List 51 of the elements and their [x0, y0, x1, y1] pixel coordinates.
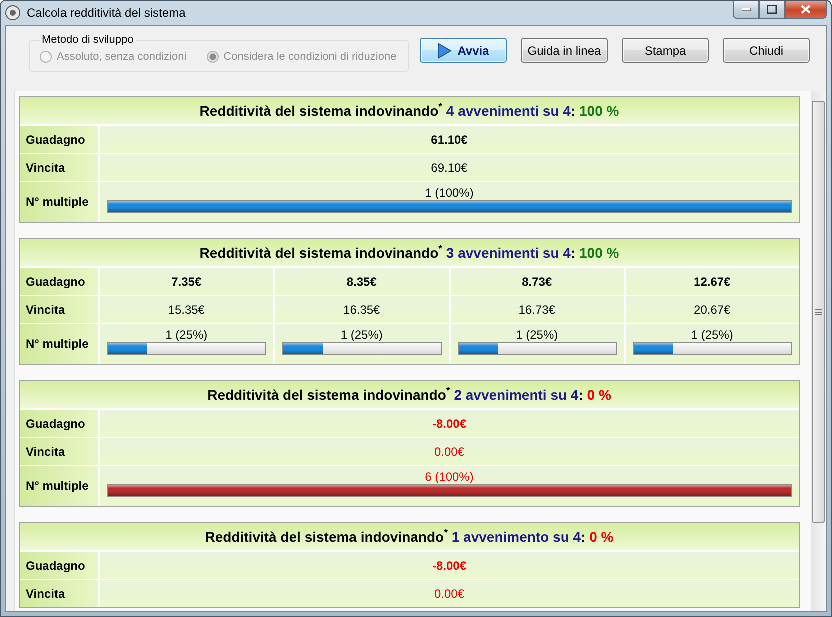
start-button[interactable]: Avvia — [420, 38, 507, 63]
table-cell: 16.73€ — [450, 296, 624, 323]
scrollbar[interactable] — [811, 91, 826, 611]
section-title: Redditività del sistema indovinando$^{*}$ 4 avvenimenti su 4: 100 % — [200, 102, 620, 118]
table-cell: 61.10€ — [100, 126, 799, 153]
row-label: N° multiple — [20, 182, 100, 222]
table-cell: 69.10€ — [100, 154, 799, 181]
window-title: Calcola redditività del sistema — [27, 6, 186, 20]
table-cell: 8.35€ — [275, 268, 448, 295]
table-cell: 12.67€ — [626, 268, 799, 295]
action-button[interactable]: Guida in linea — [521, 38, 608, 63]
table-cell: 20.67€ — [626, 296, 799, 323]
section-title: Redditività del sistema indovinando$^{*}$ 3 avvenimenti su 4: 100 % — [200, 244, 620, 260]
table-cell: -8.00€ — [100, 552, 799, 579]
table-cell: -8.00€ — [100, 410, 799, 437]
row-label: Vincita — [20, 580, 100, 607]
group-legend: Metodo di sviluppo — [40, 34, 136, 46]
scrollbar-thumb[interactable] — [812, 101, 825, 523]
row-label: Guadagno — [20, 410, 100, 437]
action-button[interactable]: Stampa — [622, 38, 709, 63]
row-label: Vincita — [20, 296, 100, 323]
row-label: N° multiple — [20, 466, 100, 506]
maximize-icon — [767, 5, 777, 14]
multiples-text: 1 (25%) — [340, 328, 383, 342]
play-icon — [438, 42, 452, 58]
row-label: Guadagno — [20, 268, 100, 295]
table-cell: 8.73€ — [450, 268, 624, 295]
row-label: Guadagno — [20, 126, 100, 153]
section-title: Redditività del sistema indovinando$^{*}$ 1 avvenimento su 4: 0 % — [205, 528, 614, 544]
table-cell: 0.00€ — [100, 438, 799, 465]
table-cell: 7.35€ — [100, 268, 274, 295]
minimize-button[interactable] — [733, 1, 759, 19]
table-cell: 15.35€ — [100, 296, 274, 323]
row-label: Vincita — [20, 438, 100, 465]
close-icon — [801, 5, 811, 14]
minimize-icon — [742, 8, 750, 11]
multiples-text: 6 (100%) — [425, 470, 474, 484]
table-cell: 0.00€ — [100, 580, 799, 607]
app-icon — [5, 5, 21, 21]
action-button[interactable]: Chiudi — [723, 38, 810, 63]
row-label: Guadagno — [20, 552, 100, 579]
multiples-text: 1 (25%) — [691, 328, 734, 342]
maximize-button[interactable] — [759, 1, 785, 19]
table-cell: 16.35€ — [275, 296, 448, 323]
section-title: Redditività del sistema indovinando$^{*}$ 2 avvenimenti su 4: 0 % — [208, 386, 612, 402]
close-button[interactable] — [785, 1, 827, 19]
row-label: Vincita — [20, 154, 100, 181]
multiples-text: 1 (25%) — [166, 328, 208, 342]
multiples-text: 1 (25%) — [516, 328, 558, 342]
row-label: N° multiple — [20, 324, 100, 364]
multiples-text: 1 (100%) — [425, 186, 474, 200]
